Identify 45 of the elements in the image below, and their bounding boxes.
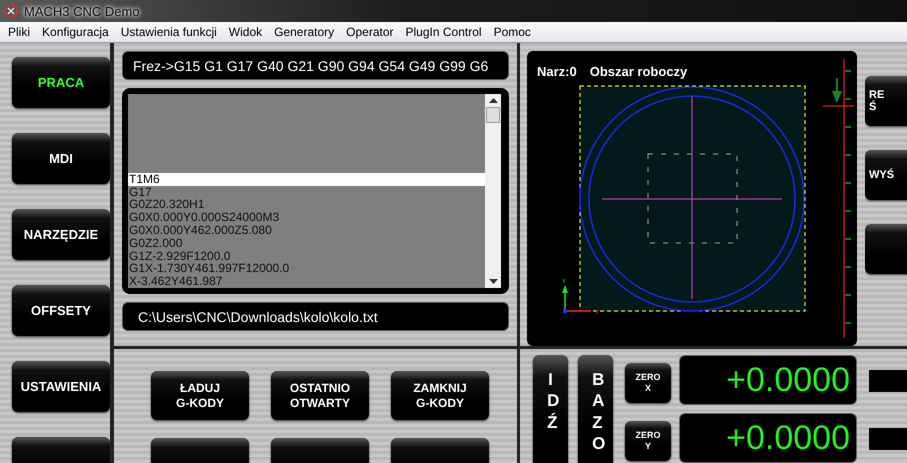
nav-button[interactable]: MDI	[12, 133, 110, 184]
file-button[interactable]: OSTATNIO OTWARTY	[271, 371, 369, 420]
nav-button[interactable]: PRACA	[12, 57, 110, 108]
z-arrow-icon	[832, 78, 842, 103]
gcode-line[interactable]: G1Z-2.929F1200.0	[128, 250, 485, 262]
gcode-line[interactable]: G0X0.000Y0.000S24000M3	[128, 211, 485, 224]
gcode-line[interactable]: G0X0.000Y462.000Z5.080	[128, 224, 485, 237]
menu-item[interactable]: Generatory	[268, 25, 340, 39]
menu-item[interactable]: Ustawienia funkcji	[114, 25, 223, 39]
file-button[interactable]: ŁADUJ G-KODY	[151, 371, 249, 420]
small-display	[869, 370, 907, 392]
menu-item[interactable]: PlugIn Control	[400, 25, 488, 39]
position-readout: +0.0000	[679, 355, 857, 405]
zero-button[interactable]: ZERO X	[625, 363, 671, 403]
file-button[interactable]: ZAMKNIJ G-KODY	[391, 371, 489, 420]
small-display	[869, 428, 907, 450]
menu-item[interactable]: Pomoc	[488, 25, 537, 39]
modal-line-display: Frez->G15 G1 G17 G40 G21 G90 G94 G54 G49 G99 G6	[122, 51, 509, 80]
nav-button[interactable]: USTAWIENIA	[12, 361, 110, 412]
zero-button[interactable]: ZERO Y	[625, 421, 671, 461]
menu-item[interactable]: Pliki	[2, 25, 36, 39]
menu-item[interactable]: Operator	[340, 25, 400, 39]
window-title: MACH3 CNC Demo	[24, 4, 140, 18]
nav-button[interactable]: OFFSETY	[12, 285, 110, 336]
menu-item[interactable]: Widok	[222, 25, 268, 39]
scrollbar[interactable]	[485, 94, 501, 288]
scroll-up-icon[interactable]	[488, 98, 498, 103]
nav-button[interactable]: NARZĘDZIE	[12, 209, 110, 260]
app-logo-icon	[4, 4, 18, 18]
position-readout: +0.0000	[679, 413, 857, 463]
gcode-line[interactable]: G0Z20.320H1	[128, 198, 485, 212]
gcode-line[interactable]: X-3.462Y461.987	[128, 275, 485, 288]
scroll-thumb[interactable]	[486, 107, 500, 123]
menu-item[interactable]: Konfiguracja	[36, 25, 115, 39]
view-title: Obszar roboczy	[590, 64, 688, 79]
gcode-line[interactable]: G0Z2.000	[128, 236, 485, 250]
gcode-line[interactable]: G1X-1.730Y461.997F12000.0	[128, 262, 485, 276]
vertical-button[interactable]: BAZO	[578, 355, 613, 463]
side-button[interactable]: WYŚ	[865, 150, 907, 200]
scroll-down-icon[interactable]	[488, 279, 498, 284]
gcode-line[interactable]: G17	[128, 186, 485, 198]
tool-label: Narz:0	[537, 64, 577, 79]
vertical-button[interactable]: IDŹ	[533, 355, 568, 463]
side-button[interactable]: RE Ś	[865, 76, 907, 126]
file-path-display: C:\Users\CNC\Downloads\kolo\kolo.txt	[122, 302, 509, 331]
